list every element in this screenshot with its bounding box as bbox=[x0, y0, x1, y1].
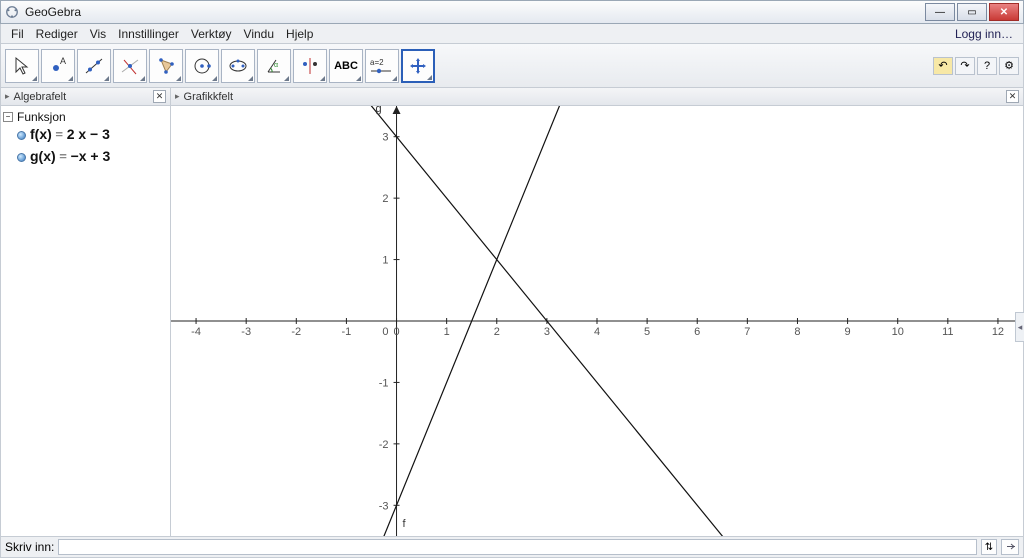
ellipse-tool[interactable] bbox=[221, 49, 255, 83]
svg-text:2: 2 bbox=[382, 193, 388, 205]
svg-text:8: 8 bbox=[794, 326, 800, 338]
algebra-panel-header[interactable]: ▸ Algebrafelt ✕ bbox=[1, 88, 170, 106]
window-titlebar: GeoGebra — ▭ ✕ bbox=[0, 0, 1024, 24]
settings-button[interactable]: ⚙ bbox=[999, 57, 1019, 75]
svg-text:g: g bbox=[375, 106, 381, 115]
perpendicular-tool[interactable] bbox=[113, 49, 147, 83]
help-button[interactable]: ? bbox=[977, 57, 997, 75]
expr-f: f(x) = 2 x − 3 bbox=[30, 126, 110, 144]
tree-group[interactable]: − Funksjon bbox=[3, 110, 168, 124]
graphics-panel: ▸ Grafikkfelt ✕ -4-3-2-10123456789101112… bbox=[171, 88, 1023, 536]
svg-text:0: 0 bbox=[393, 326, 399, 338]
undo-button[interactable]: ↶ bbox=[933, 57, 953, 75]
svg-text:3: 3 bbox=[382, 132, 388, 144]
graphics-panel-close[interactable]: ✕ bbox=[1006, 90, 1019, 103]
svg-text:-2: -2 bbox=[379, 439, 389, 451]
app-icon bbox=[5, 5, 19, 19]
svg-text:4: 4 bbox=[594, 326, 600, 338]
login-link[interactable]: Logg inn… bbox=[949, 25, 1019, 43]
maximize-button[interactable]: ▭ bbox=[957, 3, 987, 21]
panel-arrow-icon: ▸ bbox=[5, 91, 10, 102]
visibility-dot-icon[interactable] bbox=[17, 153, 26, 162]
input-bar: Skriv inn: ⇅ bbox=[0, 536, 1024, 558]
svg-text:a=2: a=2 bbox=[370, 58, 384, 67]
menu-window[interactable]: Vindu bbox=[238, 25, 280, 43]
polygon-tool[interactable] bbox=[149, 49, 183, 83]
svg-text:7: 7 bbox=[744, 326, 750, 338]
algebra-panel-title: Algebrafelt bbox=[14, 91, 67, 103]
move-graphics-tool[interactable] bbox=[401, 49, 435, 83]
input-help-button[interactable] bbox=[1001, 539, 1019, 555]
menu-help[interactable]: Hjelp bbox=[280, 25, 319, 43]
svg-text:-3: -3 bbox=[241, 326, 251, 338]
svg-text:11: 11 bbox=[942, 326, 953, 338]
svg-text:-4: -4 bbox=[191, 326, 201, 338]
panel-arrow-icon: ▸ bbox=[175, 91, 180, 102]
input-spinner[interactable]: ⇅ bbox=[981, 539, 997, 555]
svg-text:1: 1 bbox=[382, 255, 388, 267]
svg-text:-1: -1 bbox=[342, 326, 352, 338]
angle-tool[interactable]: α bbox=[257, 49, 291, 83]
svg-text:3: 3 bbox=[544, 326, 550, 338]
menu-file[interactable]: Fil bbox=[5, 25, 30, 43]
svg-text:f: f bbox=[403, 518, 407, 530]
command-input[interactable] bbox=[58, 539, 977, 555]
tree-item-f[interactable]: f(x) = 2 x − 3 bbox=[3, 124, 168, 146]
input-label: Skriv inn: bbox=[5, 540, 54, 554]
svg-text:6: 6 bbox=[694, 326, 700, 338]
close-button[interactable]: ✕ bbox=[989, 3, 1019, 21]
svg-text:-1: -1 bbox=[379, 377, 389, 389]
svg-text:A: A bbox=[60, 56, 66, 66]
minimize-button[interactable]: — bbox=[925, 3, 955, 21]
svg-text:1: 1 bbox=[444, 326, 450, 338]
tree-group-label: Funksjon bbox=[17, 110, 66, 124]
toolbar: A α ABC a=2 ↶ ↷ ? ⚙ bbox=[0, 44, 1024, 88]
menu-settings[interactable]: Innstillinger bbox=[112, 25, 185, 43]
svg-text:10: 10 bbox=[892, 326, 904, 338]
svg-text:-2: -2 bbox=[291, 326, 301, 338]
svg-text:α: α bbox=[274, 62, 278, 69]
svg-text:-3: -3 bbox=[379, 500, 389, 512]
algebra-panel: ▸ Algebrafelt ✕ − Funksjon f(x) = 2 x − … bbox=[1, 88, 171, 536]
svg-text:2: 2 bbox=[494, 326, 500, 338]
algebra-tree: − Funksjon f(x) = 2 x − 3 g(x) = −x + 3 bbox=[1, 106, 170, 172]
menu-edit[interactable]: Rediger bbox=[30, 25, 84, 43]
point-tool[interactable]: A bbox=[41, 49, 75, 83]
circle-tool[interactable] bbox=[185, 49, 219, 83]
graphics-panel-title: Grafikkfelt bbox=[184, 91, 234, 103]
move-tool[interactable] bbox=[5, 49, 39, 83]
tree-item-g[interactable]: g(x) = −x + 3 bbox=[3, 146, 168, 168]
visibility-dot-icon[interactable] bbox=[17, 131, 26, 140]
text-tool[interactable]: ABC bbox=[329, 49, 363, 83]
svg-text:5: 5 bbox=[644, 326, 650, 338]
side-collapse-tab[interactable]: ◂ bbox=[1015, 312, 1024, 342]
graph-area[interactable]: -4-3-2-10123456789101112-3-2-11230fg bbox=[171, 106, 1023, 536]
graphics-panel-header[interactable]: ▸ Grafikkfelt ✕ bbox=[171, 88, 1023, 106]
slider-tool[interactable]: a=2 bbox=[365, 49, 399, 83]
menu-view[interactable]: Vis bbox=[84, 25, 112, 43]
svg-text:0: 0 bbox=[382, 326, 388, 338]
tree-collapse-icon[interactable]: − bbox=[3, 112, 13, 122]
expr-g: g(x) = −x + 3 bbox=[30, 148, 110, 166]
reflect-tool[interactable] bbox=[293, 49, 327, 83]
algebra-panel-close[interactable]: ✕ bbox=[153, 90, 166, 103]
svg-text:12: 12 bbox=[992, 326, 1004, 338]
window-title: GeoGebra bbox=[25, 5, 81, 19]
menubar: Fil Rediger Vis Innstillinger Verktøy Vi… bbox=[0, 24, 1024, 44]
line-tool[interactable] bbox=[77, 49, 111, 83]
svg-text:9: 9 bbox=[845, 326, 851, 338]
menu-tools[interactable]: Verktøy bbox=[185, 25, 238, 43]
redo-button[interactable]: ↷ bbox=[955, 57, 975, 75]
